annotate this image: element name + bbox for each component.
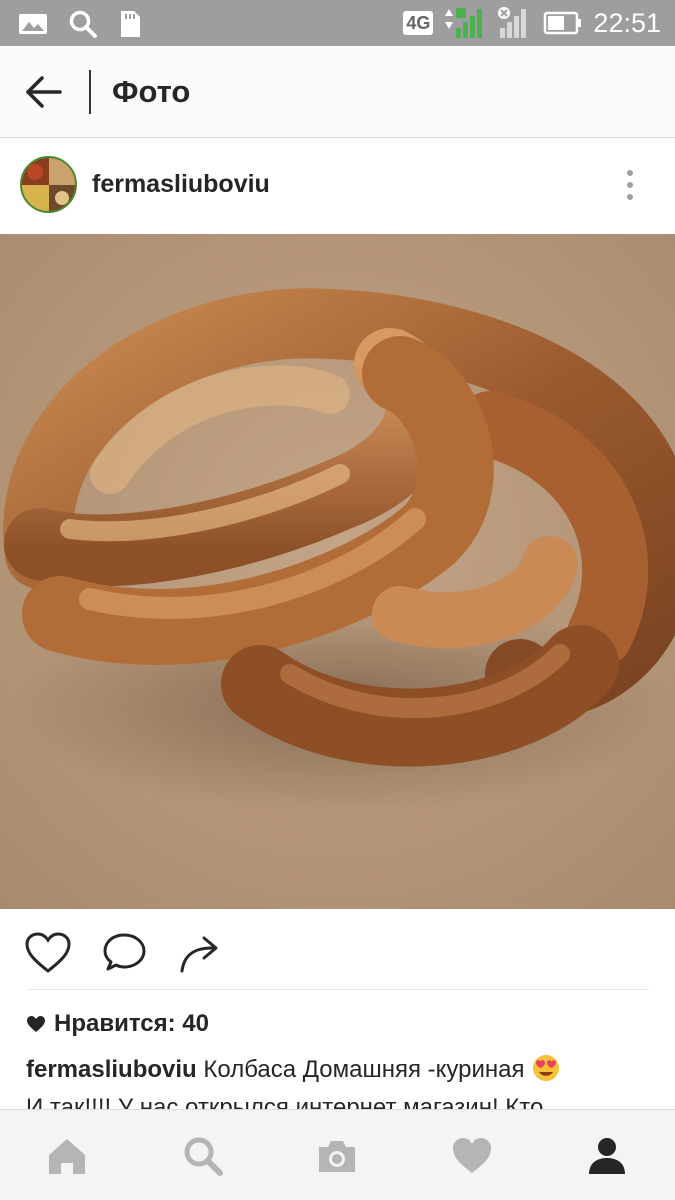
profile-icon — [589, 1138, 625, 1174]
no-signal-icon — [498, 7, 527, 38]
caption-username[interactable]: fermasliuboviu — [26, 1056, 197, 1083]
network-type: 4G — [403, 11, 434, 35]
post-header: fermasliuboviu — [0, 139, 675, 234]
comment-icon — [103, 933, 146, 971]
heart-eyes-emoji — [533, 1055, 560, 1081]
camera-icon — [319, 1141, 355, 1172]
clock: 22:51 — [593, 7, 661, 38]
nav-profile[interactable] — [585, 1134, 629, 1178]
caption-text: Колбаса Домашняя -куриная — [203, 1056, 525, 1083]
sd-card-icon — [121, 11, 140, 37]
battery-icon — [544, 11, 582, 35]
share-icon — [180, 936, 218, 973]
likes-count[interactable]: Нравится: 40 — [26, 1010, 209, 1038]
back-button[interactable] — [22, 72, 66, 112]
image-icon — [19, 14, 47, 34]
bottom-navigation — [0, 1109, 675, 1200]
app-bar-divider — [89, 70, 91, 114]
heart-filled-icon — [27, 1016, 45, 1032]
page-title: Фото — [112, 74, 191, 109]
share-button[interactable] — [178, 931, 226, 975]
status-bar-notifications — [18, 9, 142, 39]
heart-icon — [25, 932, 71, 973]
search-icon — [184, 1137, 223, 1176]
app-bar: Фото — [0, 46, 675, 138]
likes-label: Нравится: 40 — [54, 1010, 209, 1037]
nav-camera[interactable] — [315, 1134, 359, 1178]
post-caption: fermasliuboviu Колбаса Домашняя -куриная — [26, 1053, 656, 1086]
post-username[interactable]: fermasliuboviu — [92, 170, 270, 199]
nav-search[interactable] — [181, 1134, 225, 1178]
status-bar: 4G 22:51 — [0, 0, 675, 46]
status-bar-system: 4G 22:51 — [403, 6, 661, 40]
home-icon — [49, 1139, 85, 1174]
actions-divider — [27, 989, 649, 990]
arrow-left-icon — [26, 76, 62, 108]
post-photo[interactable] — [0, 234, 675, 909]
avatar[interactable] — [20, 156, 77, 213]
nav-home[interactable] — [45, 1134, 89, 1178]
signal-icon — [445, 8, 483, 38]
like-button[interactable] — [24, 931, 72, 975]
heart-icon — [453, 1138, 491, 1173]
nav-activity[interactable] — [450, 1134, 494, 1178]
sausage-photo — [0, 234, 675, 909]
more-vertical-icon — [627, 170, 633, 200]
comment-button[interactable] — [102, 931, 150, 975]
search-icon — [69, 10, 97, 38]
more-options-button[interactable] — [618, 167, 642, 203]
post-actions — [0, 909, 675, 989]
